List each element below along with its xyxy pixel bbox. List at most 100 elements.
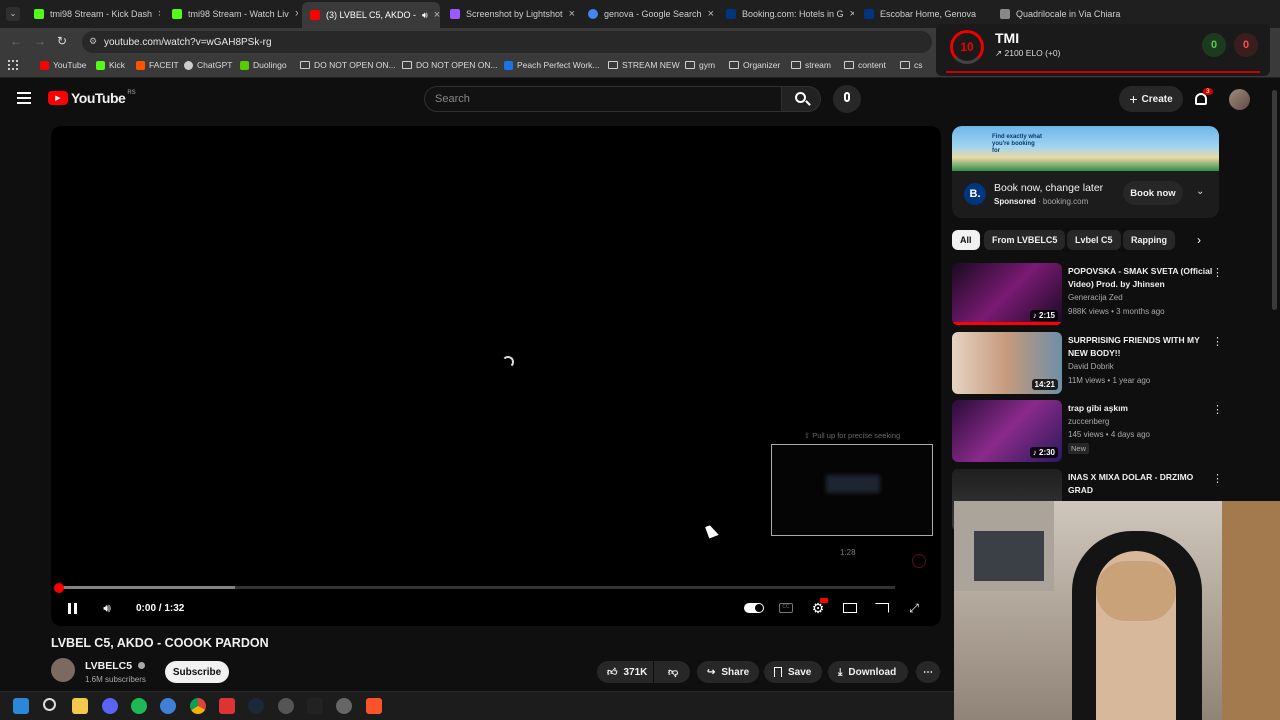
save-button[interactable]: Save (764, 661, 822, 683)
bookmark-folder-cs[interactable]: cs (900, 60, 923, 70)
bookmark-faceit[interactable]: FACEIT (136, 60, 179, 70)
chip-rapping[interactable]: Rapping (1123, 230, 1175, 250)
bookmark-folder-2[interactable]: DO NOT OPEN ON... (402, 60, 498, 70)
search-icon[interactable] (43, 698, 56, 711)
bookmark-folder-organizer[interactable]: Organizer (729, 60, 780, 70)
apps-grid-icon[interactable] (8, 60, 18, 70)
hamburger-menu-icon[interactable] (17, 92, 31, 104)
more-vertical-icon[interactable]: ⋮ (1212, 335, 1223, 348)
tab-search-icon[interactable]: ⌄ (6, 7, 20, 21)
bookmark-folder-1[interactable]: DO NOT OPEN ON... (300, 60, 396, 70)
video-duration: ♪ 2:15 (1029, 310, 1058, 321)
url-field[interactable]: ⚙ youtube.com/watch?v=wGAH8PSk-rg (82, 31, 932, 53)
autoplay-toggle[interactable] (744, 598, 764, 618)
chip-from-channel[interactable]: From LVBELC5 (984, 230, 1066, 250)
more-vertical-icon[interactable]: ⋮ (1212, 472, 1223, 485)
sponsored-ad-card[interactable]: Find exactly what you're booking for B. … (952, 126, 1219, 218)
list-item[interactable]: 14:21 SURPRISING FRIENDS WITH MY NEW BOD… (952, 332, 1223, 396)
close-icon[interactable]: × (844, 8, 854, 20)
dislike-button[interactable]: 👎︎ (654, 661, 690, 683)
cast-button[interactable] (874, 598, 890, 618)
share-button[interactable]: ↪ Share (697, 661, 759, 683)
overlay-progress-line (946, 71, 1260, 73)
book-now-button[interactable]: Book now (1123, 181, 1183, 205)
search-input[interactable]: Search (424, 86, 782, 112)
app-icon[interactable] (160, 698, 176, 714)
list-item[interactable]: ♪ 2:15 POPOVSKA - SMAK SVETA (Official V… (952, 263, 1223, 327)
shield-icon[interactable] (219, 698, 235, 714)
close-icon[interactable]: × (289, 8, 298, 20)
bookmark-chatgpt[interactable]: ChatGPT (184, 60, 232, 70)
account-avatar[interactable] (1229, 89, 1250, 110)
settings-button[interactable]: ⚙ (810, 598, 828, 618)
channel-name[interactable]: LVBELC5 (85, 660, 145, 672)
steam-icon[interactable] (248, 698, 264, 714)
forward-icon[interactable]: → (34, 34, 46, 48)
page-scrollbar[interactable] (1272, 90, 1277, 310)
discord-icon[interactable] (102, 698, 118, 714)
video-player[interactable] (51, 126, 941, 626)
list-item[interactable]: ♪ 2:30 trap gibi aşkım zuccenberg 145 vi… (952, 400, 1223, 464)
chevron-down-icon[interactable]: ⌄ (1196, 186, 1204, 197)
brave-icon[interactable] (366, 698, 382, 714)
tab-booking-escobar[interactable]: Escobar Home, Genova (856, 3, 988, 25)
download-button[interactable]: ⤓ Download (828, 661, 908, 683)
create-button[interactable]: + Create (1119, 86, 1183, 112)
video-thumbnail[interactable]: ♪ 2:30 (952, 400, 1062, 462)
chrome-icon[interactable] (190, 698, 206, 714)
bookmark-folder-stream[interactable]: stream (791, 60, 831, 70)
app-icon[interactable] (278, 698, 294, 714)
channel-avatar[interactable] (51, 658, 75, 682)
close-icon[interactable]: × (428, 9, 440, 21)
like-button[interactable]: 👍︎ 371K (597, 661, 653, 683)
search-button[interactable] (781, 86, 821, 112)
more-actions-button[interactable]: ⋯ (916, 661, 940, 683)
spotify-icon[interactable] (131, 698, 147, 714)
tab-google-search[interactable]: genova - Google Search × (580, 3, 716, 25)
settings-icon[interactable] (336, 698, 352, 714)
tab-kick-dashboard[interactable]: tmi98 Stream - Kick Dash × (26, 3, 160, 25)
close-icon[interactable]: × (152, 8, 160, 20)
tab-quadrilocale[interactable]: Quadrilocale in Via Chiara (992, 3, 1128, 25)
volume-button[interactable]: 🔊︎ (97, 598, 117, 618)
miniplayer-icon (843, 603, 857, 613)
fullscreen-button[interactable]: ⤢ (906, 598, 922, 618)
back-icon[interactable]: ← (10, 34, 22, 48)
tab-youtube-active[interactable]: (3) LVBEL C5, AKDO - 🔊︎ × (302, 2, 440, 28)
subscribe-button[interactable]: Subscribe (165, 661, 229, 683)
video-thumbnail[interactable]: 14:21 (952, 332, 1062, 394)
kick-icon[interactable] (307, 698, 323, 714)
windows-start-icon[interactable] (13, 698, 29, 714)
chip-all[interactable]: All (952, 230, 980, 250)
more-vertical-icon[interactable]: ⋮ (1212, 266, 1223, 279)
tab-lightshot[interactable]: Screenshot by Lightshot × (442, 3, 578, 25)
chip-lvbel-c5[interactable]: Lvbel C5 (1067, 230, 1121, 250)
close-icon[interactable]: × (563, 8, 575, 20)
tab-booking-hotels[interactable]: Booking.com: Hotels in G × (718, 3, 854, 25)
bookmark-kick[interactable]: Kick (96, 60, 125, 70)
progress-scrubber[interactable] (54, 583, 64, 593)
captions-button[interactable]: CC (778, 598, 794, 618)
site-info-icon[interactable]: ⚙ (89, 36, 97, 47)
miniplayer-button[interactable] (842, 598, 858, 618)
search-icon-handle (805, 100, 811, 106)
bookmark-folder-gym[interactable]: gym (685, 60, 715, 70)
pause-button[interactable] (64, 598, 80, 618)
chevron-right-icon[interactable]: › (1197, 233, 1201, 247)
bookmark-folder-stream-new[interactable]: STREAM NEW (608, 60, 680, 70)
bookmark-youtube[interactable]: YouTube (40, 60, 86, 70)
more-vertical-icon[interactable]: ⋮ (1212, 403, 1223, 416)
youtube-logo[interactable]: ▶ YouTube RS (48, 90, 136, 106)
notifications-button[interactable]: 3 (1192, 88, 1213, 110)
reload-icon[interactable]: ↻ (57, 34, 67, 48)
bookmark-duolingo[interactable]: Duolingo (240, 60, 287, 70)
bookmark-folder-content[interactable]: content (844, 60, 886, 70)
close-icon[interactable]: × (702, 8, 714, 20)
file-explorer-icon[interactable] (72, 698, 88, 714)
tab-label: Quadrilocale in Via Chiara (1016, 9, 1121, 19)
share-icon: ↪ (707, 666, 716, 678)
voice-search-button[interactable] (833, 85, 861, 113)
video-thumbnail[interactable]: ♪ 2:15 (952, 263, 1062, 325)
tab-kick-watch[interactable]: tmi98 Stream - Watch Liv × (164, 3, 298, 25)
bookmark-peach-perfect[interactable]: Peach Perfect Work... (504, 60, 600, 70)
